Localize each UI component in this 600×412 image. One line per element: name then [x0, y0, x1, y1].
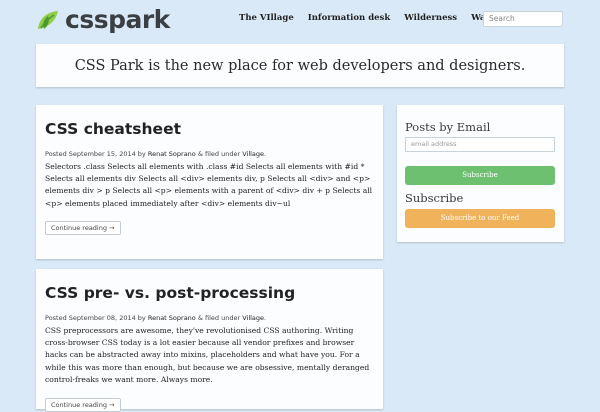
- post-excerpt: Selectors .class Selects all elements wi…: [45, 162, 373, 208]
- site-logo-text: csspark: [65, 5, 170, 34]
- subscribe-heading: Subscribe: [405, 191, 464, 205]
- nav-item-village[interactable]: The VIllage: [239, 13, 294, 23]
- subscribe-button[interactable]: Subscribe: [405, 166, 555, 185]
- post-filed-under: & filed under: [197, 150, 241, 158]
- posts-by-email-heading: Posts by Email: [405, 120, 491, 134]
- hero-banner: CSS Park is the new place for web develo…: [36, 44, 564, 87]
- subscribe-feed-button[interactable]: Subscribe to our Feed: [405, 209, 555, 228]
- post-meta: Posted September 15, 2014 by Renat Sopra…: [45, 150, 266, 158]
- search-input[interactable]: Search: [483, 11, 563, 27]
- post-date: Posted September 08, 2014 by: [45, 314, 146, 322]
- post-meta-end: .: [264, 150, 267, 158]
- post-title[interactable]: CSS cheatsheet: [45, 120, 181, 138]
- post-date: Posted September 15, 2014 by: [45, 150, 146, 158]
- leaf-icon: [38, 11, 58, 29]
- nav-item-wilderness[interactable]: Wilderness: [404, 13, 457, 23]
- site-header: csspark The VIllage Information desk Wil…: [0, 0, 600, 40]
- continue-reading-button[interactable]: Continue reading →: [45, 221, 121, 235]
- post-meta: Posted September 08, 2014 by Renat Sopra…: [45, 314, 266, 322]
- post-author-link[interactable]: Renat Soprano: [148, 150, 196, 158]
- post-card: CSS cheatsheet Posted September 15, 2014…: [36, 105, 383, 259]
- sidebar-widget: Posts by Email email address Subscribe S…: [397, 105, 564, 242]
- hero-tagline: CSS Park is the new place for web develo…: [74, 57, 526, 74]
- post-excerpt: CSS preprocessors are awesome, they've r…: [45, 326, 370, 384]
- post-filed-under: & filed under: [197, 314, 241, 322]
- post-category-link[interactable]: Village: [242, 150, 264, 158]
- post-category-link[interactable]: Village: [242, 314, 264, 322]
- nav-item-information-desk[interactable]: Information desk: [308, 13, 390, 23]
- email-field[interactable]: email address: [405, 137, 555, 152]
- post-card: CSS pre- vs. post-processing Posted Sept…: [36, 269, 383, 412]
- site-logo[interactable]: csspark: [36, 6, 170, 34]
- post-title[interactable]: CSS pre- vs. post-processing: [45, 284, 295, 302]
- continue-reading-button[interactable]: Continue reading →: [45, 398, 121, 412]
- post-meta-end: .: [264, 314, 267, 322]
- post-author-link[interactable]: Renat Soprano: [148, 314, 196, 322]
